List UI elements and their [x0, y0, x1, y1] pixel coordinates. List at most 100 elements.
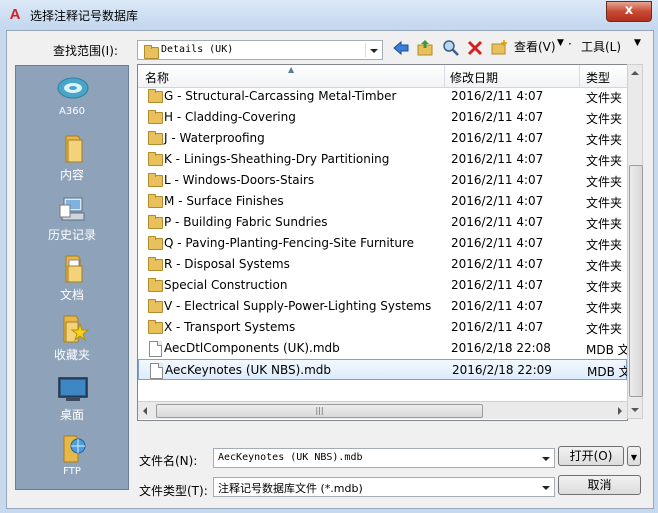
list-item-selected[interactable]: AecKeynotes (UK NBS).mdb 2016/2/18 22:09… — [138, 359, 627, 380]
place-a360[interactable]: A360 — [16, 68, 128, 128]
chevron-down-icon[interactable] — [538, 480, 552, 494]
delete-icon[interactable] — [466, 39, 484, 57]
file-type: 文件夹 — [586, 175, 623, 189]
file-name: G - Structural-Carcassing Metal-Timber — [164, 89, 397, 103]
back-icon[interactable] — [392, 39, 410, 57]
autocad-icon: A — [9, 6, 21, 23]
place-content[interactable]: 内容 — [16, 128, 128, 188]
list-item[interactable]: M - Surface Finishes 2016/2/11 4:07 文件夹 — [138, 191, 627, 212]
filename-input[interactable]: AecKeynotes (UK NBS).mdb — [213, 448, 555, 468]
file-name: X - Transport Systems — [164, 320, 296, 334]
folder-icon — [144, 45, 159, 59]
list-item[interactable]: J - Waterproofing 2016/2/11 4:07 文件夹 — [138, 128, 627, 149]
file-type: 文件夹 — [586, 322, 623, 336]
cancel-button[interactable]: 取消 — [558, 475, 641, 495]
sort-indicator-icon: ▲ — [288, 65, 295, 74]
file-date: 2016/2/11 4:07 — [451, 278, 544, 292]
dialog-client: 查找范围(I): Details (UK) 查看(V) ▼ · 工具(L) ▼ … — [6, 30, 654, 509]
column-separator[interactable] — [579, 65, 580, 87]
look-in-value: Details (UK) — [161, 44, 234, 55]
list-item[interactable]: H - Cladding-Covering 2016/2/11 4:07 文件夹 — [138, 107, 627, 128]
file-date: 2016/2/11 4:07 — [451, 320, 544, 334]
place-label: FTP — [63, 466, 81, 477]
list-item[interactable]: K - Linings-Sheathing-Dry Partitioning 2… — [138, 149, 627, 170]
look-in-dropdown[interactable]: Details (UK) — [137, 40, 383, 60]
scroll-right-icon[interactable] — [618, 407, 622, 415]
open-options-button[interactable]: ▼ — [627, 446, 641, 466]
favorites-icon — [56, 314, 90, 344]
file-type: 文件夹 — [586, 112, 623, 126]
scroll-thumb[interactable]: ||| — [156, 404, 483, 418]
chevron-down-icon[interactable] — [365, 43, 380, 57]
file-name: P - Building Fabric Sundries — [164, 215, 328, 229]
file-name: Q - Paving-Planting-Fencing-Site Furnitu… — [164, 236, 415, 250]
horizontal-scrollbar[interactable]: ||| — [138, 401, 627, 419]
place-label: 桌面 — [59, 408, 84, 422]
column-separator[interactable] — [444, 65, 445, 87]
view-chevron-icon[interactable]: ▼ — [557, 38, 564, 48]
up-folder-icon[interactable] — [416, 39, 434, 57]
list-item[interactable]: Special Construction 2016/2/11 4:07 文件夹 — [138, 275, 627, 296]
folder-icon — [56, 134, 90, 164]
tools-chevron-icon[interactable]: ▼ — [634, 38, 641, 48]
file-name: K - Linings-Sheathing-Dry Partitioning — [164, 152, 390, 166]
file-type: MDB 文 — [587, 365, 628, 379]
close-button[interactable]: x — [606, 1, 652, 22]
file-date: 2016/2/11 4:07 — [451, 173, 544, 187]
place-desktop[interactable]: 桌面 — [16, 368, 128, 428]
file-date: 2016/2/11 4:07 — [451, 110, 544, 124]
place-label: 收藏夹 — [53, 348, 90, 362]
column-type[interactable]: 类型 — [586, 69, 610, 86]
list-item[interactable]: L - Windows-Doors-Stairs 2016/2/11 4:07 … — [138, 170, 627, 191]
documents-icon — [56, 254, 90, 284]
list-item[interactable]: AecDtlComponents (UK).mdb 2016/2/18 22:0… — [138, 338, 627, 359]
file-date: 2016/2/11 4:07 — [451, 257, 544, 271]
place-documents[interactable]: 文档 — [16, 248, 128, 308]
place-ftp[interactable]: FTP — [16, 428, 128, 488]
filename-label: 文件名(N): — [139, 454, 198, 468]
column-name[interactable]: 名称 — [145, 69, 169, 86]
file-type: 文件夹 — [586, 217, 623, 231]
scroll-thumb[interactable] — [629, 165, 643, 397]
new-folder-icon[interactable] — [490, 39, 508, 57]
list-item[interactable]: Q - Paving-Planting-Fencing-Site Furnitu… — [138, 233, 627, 254]
tools-menu[interactable]: 工具(L) — [581, 38, 621, 55]
list-header: 名称 ▲ 修改日期 类型 — [138, 65, 627, 88]
view-menu[interactable]: 查看(V) — [514, 38, 556, 55]
file-name: R - Disposal Systems — [164, 257, 290, 271]
list-item[interactable]: G - Structural-Carcassing Metal-Timber 2… — [138, 86, 627, 107]
open-button[interactable]: 打开(O) — [558, 446, 624, 466]
list-item[interactable]: V - Electrical Supply-Power-Lighting Sys… — [138, 296, 627, 317]
scroll-up-icon[interactable] — [631, 71, 639, 75]
file-type: 文件夹 — [586, 280, 623, 294]
file-type: 文件夹 — [586, 133, 623, 147]
search-web-icon[interactable] — [442, 39, 460, 57]
chevron-down-icon[interactable] — [538, 451, 552, 465]
folder-icon — [148, 89, 163, 103]
ftp-icon — [56, 434, 90, 464]
folder-icon — [148, 110, 163, 124]
vertical-scrollbar[interactable] — [627, 64, 643, 419]
place-history[interactable]: 历史记录 — [16, 188, 128, 248]
folder-icon — [148, 320, 163, 334]
filetype-dropdown[interactable]: 注释记号数据库文件 (*.mdb) — [213, 477, 555, 497]
place-favorites[interactable]: 收藏夹 — [16, 308, 128, 368]
folder-icon — [148, 131, 163, 145]
list-item[interactable]: X - Transport Systems 2016/2/11 4:07 文件夹 — [138, 317, 627, 338]
scroll-down-icon[interactable] — [631, 408, 639, 412]
file-name: Special Construction — [164, 278, 288, 292]
file-type: 文件夹 — [586, 91, 623, 105]
file-name: J - Waterproofing — [164, 131, 265, 145]
file-type: 文件夹 — [586, 154, 623, 168]
look-in-label: 查找范围(I): — [53, 44, 118, 58]
file-date: 2016/2/11 4:07 — [451, 152, 544, 166]
list-item[interactable]: P - Building Fabric Sundries 2016/2/11 4… — [138, 212, 627, 233]
filetype-label: 文件类型(T): — [139, 484, 208, 498]
column-date[interactable]: 修改日期 — [450, 69, 498, 86]
scroll-left-icon[interactable] — [143, 407, 147, 415]
list-item[interactable]: R - Disposal Systems 2016/2/11 4:07 文件夹 — [138, 254, 627, 275]
file-date: 2016/2/11 4:07 — [451, 131, 544, 145]
file-list[interactable]: 名称 ▲ 修改日期 类型 G - Structural-Carcassing M… — [137, 64, 628, 421]
place-label: A360 — [59, 106, 85, 117]
place-label: 历史记录 — [47, 228, 96, 242]
